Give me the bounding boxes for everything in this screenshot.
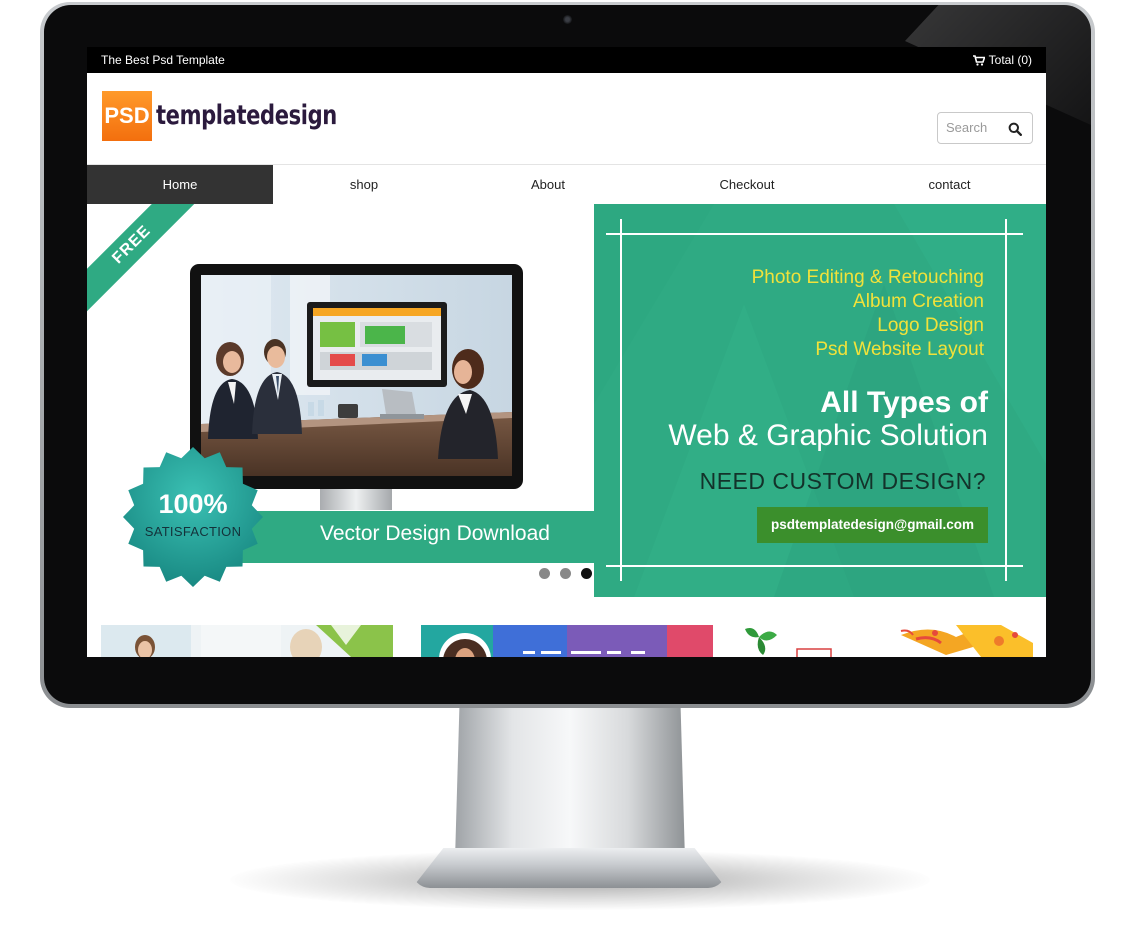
satisfaction-label: SATISFACTION <box>144 524 242 539</box>
slider-dot[interactable] <box>539 568 550 579</box>
nav-item-checkout[interactable]: Checkout <box>641 165 853 204</box>
product-thumbnail[interactable] <box>741 625 1033 657</box>
nav-item-about[interactable]: About <box>455 165 641 204</box>
frame-line-top <box>606 233 1023 235</box>
product-thumbnail[interactable] <box>101 625 393 657</box>
service-item: Album Creation <box>853 291 984 312</box>
free-ribbon: FREE <box>87 204 203 316</box>
slider-dots <box>539 568 592 579</box>
vector-download-label: Vector Design Download <box>320 522 550 545</box>
slider-dot[interactable] <box>560 568 571 579</box>
main-nav: Home shop About Checkout contact <box>87 165 1046 204</box>
hero-slider: FREE Vector Design Download 100% SATISFA… <box>87 204 1046 597</box>
monitor-stand-neck <box>455 700 685 860</box>
monitor-stand-base <box>412 848 726 888</box>
product-thumbnail[interactable] <box>421 625 713 657</box>
search-box <box>937 112 1033 144</box>
site-header: PSD templatedesign <box>87 73 1046 165</box>
top-bar: The Best Psd Template Total (0) <box>87 47 1046 73</box>
slider-dot-active[interactable] <box>581 568 592 579</box>
frame-line-bottom <box>606 565 1023 567</box>
nav-item-shop[interactable]: shop <box>273 165 455 204</box>
website-screen: The Best Psd Template Total (0) PSD temp… <box>87 47 1046 657</box>
service-item: Logo Design <box>877 315 984 336</box>
nav-item-home[interactable]: Home <box>87 165 273 204</box>
cart-total-label: Total (0) <box>988 53 1032 67</box>
logo-mark[interactable]: PSD <box>102 91 152 141</box>
promo-title: All Types of <box>820 386 988 419</box>
promo-subtitle: Web & Graphic Solution <box>668 419 988 452</box>
service-item: Psd Website Layout <box>815 339 984 360</box>
logo-text[interactable]: templatedesign <box>156 100 337 131</box>
promo-panel: Photo Editing & Retouching Album Creatio… <box>594 204 1046 597</box>
promo-cta: NEED CUSTOM DESIGN? <box>699 468 986 494</box>
satisfaction-value: 100% <box>158 489 228 519</box>
nav-item-contact[interactable]: contact <box>853 165 1046 204</box>
service-list: Photo Editing & Retouching Album Creatio… <box>752 266 984 362</box>
email-button[interactable]: psdtemplatedesign@gmail.com <box>757 507 988 543</box>
search-icon[interactable] <box>1008 122 1022 136</box>
site-tagline: The Best Psd Template <box>101 53 225 67</box>
cart-link[interactable]: Total (0) <box>972 53 1032 67</box>
frame-line-right <box>1005 219 1007 581</box>
shopping-cart-icon <box>972 54 985 66</box>
product-thumbnails <box>87 625 1046 657</box>
search-input[interactable] <box>946 120 1004 135</box>
frame-line-left <box>620 219 622 581</box>
service-item: Photo Editing & Retouching <box>751 267 984 288</box>
camera-icon <box>563 15 572 24</box>
